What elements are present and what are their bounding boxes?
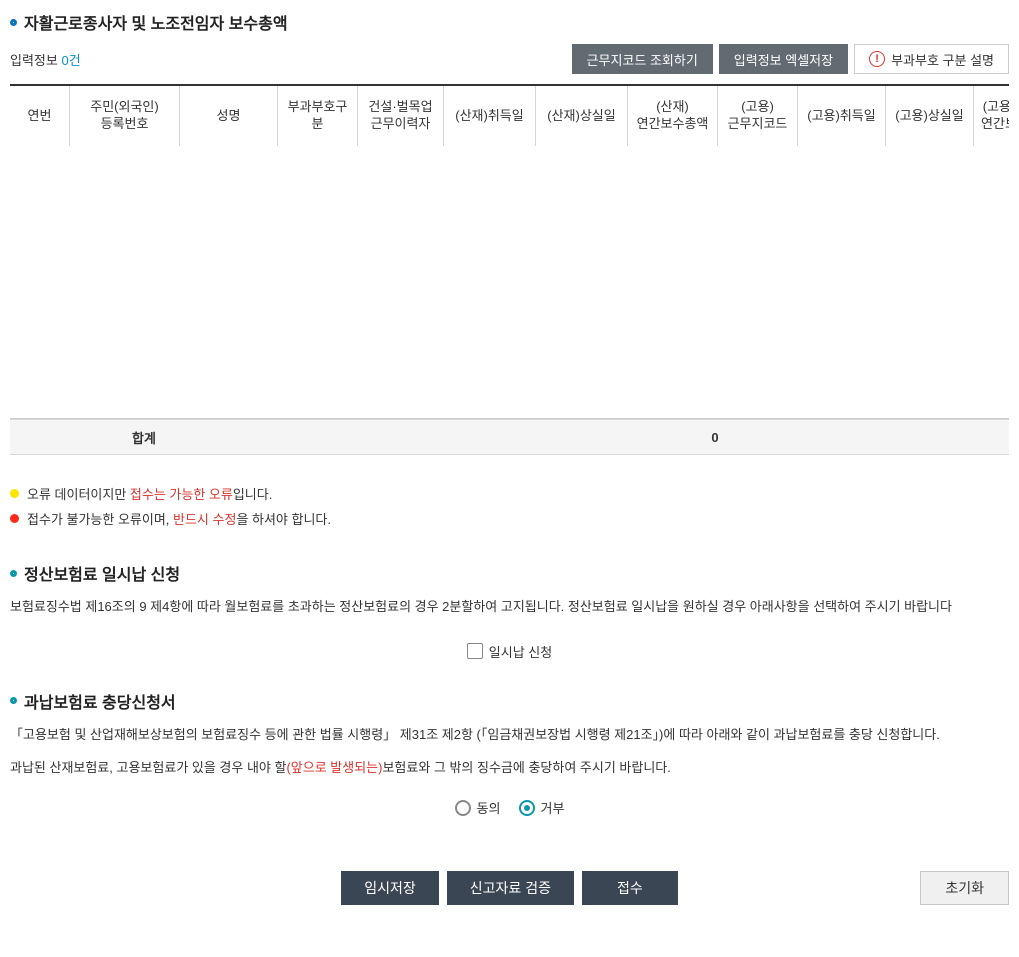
lookup-workcode-button[interactable]: 근무지코드 조회하기 [572,44,713,74]
table-header-row: 연번 주민(외국인)등록번호 성명 부과부호구분 건설·벌목업근무이력자 (산재… [10,86,1009,146]
leg2-c: 을 하셔야 합니다. [236,512,331,527]
section-title: 자활근로종사자 및 노조전임자 보수총액 [24,10,288,34]
toolbar: 입력정보 0건 근무지코드 조회하기 입력정보 엑셀저장 ! 부과부호 구분 설… [10,40,1009,84]
legend-warning: 오류 데이터이지만 접수는 가능한 오류입니다. [10,481,1009,506]
legend-error: 접수가 불가능한 오류이며, 반드시 수정을 하셔야 합니다. [10,506,1009,531]
lumpsum-checkbox-label[interactable]: 일시납 신청 [489,642,552,661]
action-bar: 임시저장 신고자료 검증 접수 초기화 [10,823,1009,923]
th-gy-annual: (고용)연간보 [974,86,1009,146]
summary-value: 0 [630,430,800,445]
bullet-icon [10,697,17,704]
th-sj-annual: (산재)연간보수총액 [628,86,718,146]
info-count: 0건 [61,53,80,68]
radio-reject[interactable] [519,800,535,816]
overpay-para1: 「고용보험 및 산업재해보상보험의 보험료징수 등에 관한 법률 시행령」 제3… [10,719,1009,752]
th-name: 성명 [180,86,278,146]
reset-button[interactable]: 초기화 [920,871,1009,905]
th-gy-acq: (고용)취득일 [798,86,886,146]
th-chargecode: 부과부호구분 [278,86,358,146]
th-sj-acq: (산재)취득일 [444,86,536,146]
th-gy-loss: (고용)상실일 [886,86,974,146]
horizontal-scrollbars [10,455,1009,471]
data-table: 연번 주민(외국인)등록번호 성명 부과부호구분 건설·벌목업근무이력자 (산재… [10,84,1009,419]
lumpsum-checkbox-row: 일시납 신청 [10,624,1009,679]
temp-save-button[interactable]: 임시저장 [341,871,439,905]
consent-radio-group: 동의 거부 [10,784,1009,823]
input-info: 입력정보 0건 [10,50,81,69]
section-title: 정산보험료 일시납 신청 [24,561,180,585]
table-body-empty [10,146,1009,418]
th-sj-loss: (산재)상실일 [536,86,628,146]
leg1-c: 입니다. [233,487,273,502]
section-title: 과납보험료 충당신청서 [24,689,176,713]
radio-agree-text: 동의 [477,798,501,817]
bullet-icon [10,570,17,577]
radio-agree[interactable] [455,800,471,816]
scrollbar-left[interactable] [10,455,278,471]
scrollbar-right[interactable] [278,455,1009,471]
radio-agree-label[interactable]: 동의 [455,798,501,817]
section-header-overpay: 과납보험료 충당신청서 [10,679,1009,719]
validate-button[interactable]: 신고자료 검증 [447,871,574,905]
leg2-a: 접수가 불가능한 오류이며, [27,512,173,527]
info-prefix: 입력정보 [10,53,58,68]
summary-row: 합계 0 [10,419,1009,455]
radio-reject-label[interactable]: 거부 [519,798,565,817]
th-gy-workcode: (고용)근무지코드 [718,86,798,146]
th-seq: 연번 [10,86,70,146]
th-resident: 주민(외국인)등록번호 [70,86,180,146]
radio-reject-text: 거부 [541,798,565,817]
th-construct: 건설·벌목업근무이력자 [358,86,444,146]
lumpsum-checkbox[interactable] [467,643,483,659]
leg1-b: 접수는 가능한 오류 [130,487,233,502]
bullet-icon [10,19,17,26]
red-dot-icon [10,514,19,523]
p2-b: (앞으로 발생되는) [286,760,382,775]
p2-a: 과납된 산재보험료, 고용보험료가 있을 경우 내야 할 [10,760,286,775]
summary-label: 합계 [10,428,278,447]
section-header-workers: 자활근로종사자 및 노조전임자 보수총액 [10,0,1009,40]
submit-button[interactable]: 접수 [582,871,678,905]
error-legend: 오류 데이터이지만 접수는 가능한 오류입니다. 접수가 불가능한 오류이며, … [10,471,1009,535]
section-header-lumpsum: 정산보험료 일시납 신청 [10,535,1009,591]
lumpsum-description: 보험료징수법 제16조의 9 제4항에 따라 월보험료를 초과하는 정산보험료의… [10,591,1009,624]
yellow-dot-icon [10,489,19,498]
p2-c: 보험료와 그 밖의 징수금에 충당하여 주시기 바랍니다. [382,760,670,775]
excel-save-button[interactable]: 입력정보 엑셀저장 [719,44,848,74]
warning-icon: ! [869,51,885,67]
code-help-label: 부과부호 구분 설명 [891,50,994,69]
overpay-para2: 과납된 산재보험료, 고용보험료가 있을 경우 내야 할(앞으로 발생되는)보험… [10,752,1009,785]
leg1-a: 오류 데이터이지만 [27,487,130,502]
leg2-b: 반드시 수정 [173,512,236,527]
code-help-button[interactable]: ! 부과부호 구분 설명 [854,44,1009,74]
